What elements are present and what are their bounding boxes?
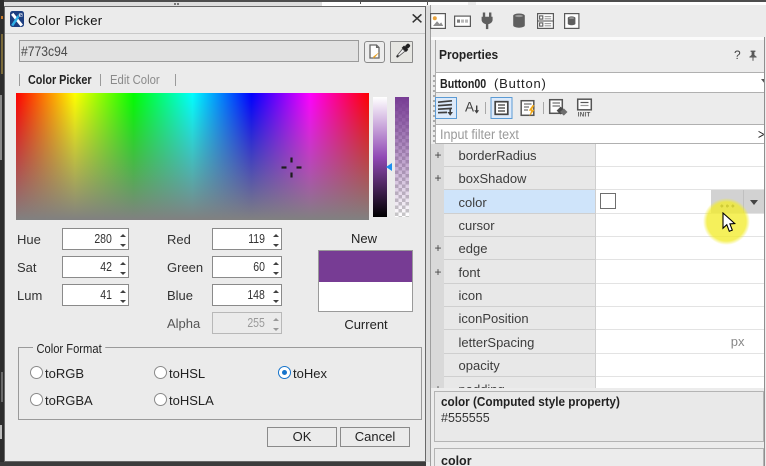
svg-text:INIT: INIT <box>578 112 591 119</box>
svg-text:A: A <box>465 100 474 115</box>
